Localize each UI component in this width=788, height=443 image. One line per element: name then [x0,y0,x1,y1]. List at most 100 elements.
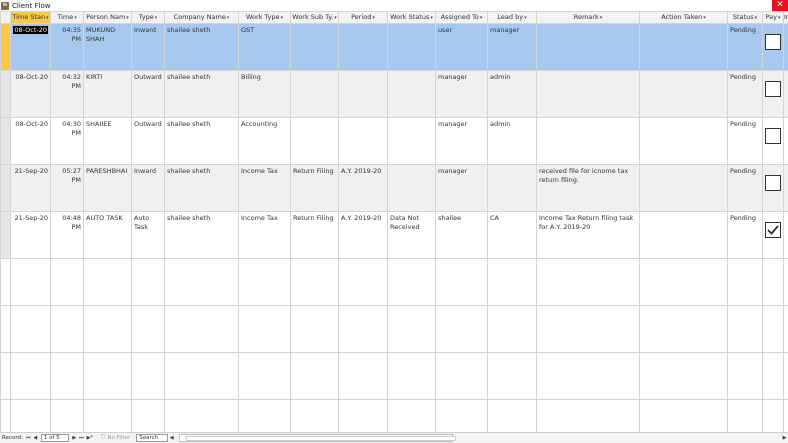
cell-in[interactable] [783,70,788,118]
cell-person-name[interactable]: PARESHBHAI [83,164,132,212]
dropdown-arrow-icon[interactable]: ▾ [334,15,337,21]
cell-work-status[interactable] [387,70,436,118]
cell-in[interactable] [783,117,788,165]
cell-time[interactable]: 04:48 PM [50,211,84,259]
cell-lead-by[interactable]: admin [487,117,537,165]
cell-action-taken[interactable] [639,164,728,212]
dropdown-arrow-icon[interactable]: ▾ [778,15,781,21]
dropdown-arrow-icon[interactable]: ▾ [155,15,158,21]
cell-lead-by[interactable]: manager [487,23,537,71]
scrollbar-thumb[interactable] [186,436,457,441]
cell-remark[interactable]: Income Tax Return filing task for A.Y. 2… [536,211,640,259]
cell-period[interactable] [338,70,388,118]
dropdown-arrow-icon[interactable]: ▾ [600,15,603,21]
cell-period[interactable]: A.Y. 2019-20 [338,164,388,212]
filter-toggle-button[interactable]: ⛉ No Filter [101,434,130,442]
cell-person-name[interactable]: MUKUND SHAH [83,23,132,71]
cell-status[interactable]: Pending [727,23,763,71]
cell-remark[interactable] [536,23,640,71]
last-record-icon[interactable]: ⏭ [78,434,85,442]
table-row[interactable]: 21-Sep-20 05:27 PM PARESHBHAI Inward sha… [0,164,788,212]
dropdown-arrow-icon[interactable]: ▾ [430,15,433,21]
col-header-person-name[interactable]: Person Nam▾ [83,11,132,24]
cell-work-status[interactable]: Data Not Received [387,211,436,259]
cell-work-type[interactable]: GST [238,23,291,71]
cell-time-stamp[interactable]: 21-Sep-20 [10,211,51,259]
cell-work-status[interactable] [387,164,436,212]
horizontal-scrollbar[interactable] [179,434,457,442]
col-header-work-status[interactable]: Work Status▾ [387,11,436,24]
col-header-time-stamp[interactable]: Time Stan▾ [10,11,51,24]
row-selector[interactable] [0,164,11,212]
cell-time[interactable]: 04:35 PM [50,23,84,71]
cell-work-type[interactable]: Billing [238,70,291,118]
search-input[interactable]: Search [136,434,169,442]
scroll-right-icon[interactable]: ▶ [781,434,788,442]
col-header-assigned-to[interactable]: Assigned To▾ [435,11,488,24]
record-position-input[interactable]: 1 of 5 [40,434,69,442]
cell-action-taken[interactable] [639,70,728,118]
cell-type[interactable]: Auto Task [131,211,165,259]
cell-work-sub-type[interactable] [290,23,339,71]
col-header-type[interactable]: Type▾ [131,11,165,24]
cell-action-taken[interactable] [639,23,728,71]
cell-in[interactable] [783,211,788,259]
pay-checkbox-checked[interactable] [765,222,781,238]
cell-period[interactable]: A.Y. 2019-20 [338,211,388,259]
cell-work-type[interactable]: Income Tax [238,211,291,259]
pay-checkbox[interactable] [765,128,781,144]
cell-work-status[interactable] [387,23,436,71]
pay-checkbox[interactable] [765,34,781,50]
table-row[interactable]: 08-Oct-20 04:32 PM KIRTI Outward shailee… [0,70,788,118]
col-header-work-sub-type[interactable]: Work Sub Ty.▾ [290,11,339,24]
cell-remark[interactable] [536,117,640,165]
cell-assigned-to[interactable]: manager [435,164,488,212]
dropdown-arrow-icon[interactable]: ▾ [372,15,375,21]
dropdown-arrow-icon[interactable]: ▾ [46,15,49,21]
cell-remark[interactable] [536,70,640,118]
dropdown-arrow-icon[interactable]: ▾ [126,15,129,21]
cell-assigned-to[interactable]: manager [435,70,488,118]
row-selector[interactable] [0,117,11,165]
cell-lead-by[interactable]: admin [487,70,537,118]
scroll-left-icon[interactable]: ◀ [168,434,175,442]
cell-assigned-to[interactable]: shailee [435,211,488,259]
cell-company-name[interactable]: shailee sheth [164,70,239,118]
cell-assigned-to[interactable]: user [435,23,488,71]
cell-person-name[interactable]: SHAIIEE [83,117,132,165]
cell-in[interactable] [783,164,788,212]
cell-status[interactable]: Pending [727,117,763,165]
col-header-company-name[interactable]: Company Name▾ [164,11,239,24]
pay-checkbox[interactable] [765,175,781,191]
cell-company-name[interactable]: shailee sheth [164,164,239,212]
cell-work-sub-type[interactable]: Return Filing [290,211,339,259]
cell-time[interactable]: 05:27 PM [50,164,84,212]
col-header-time[interactable]: Time▾ [50,11,84,24]
row-selector[interactable] [0,23,11,71]
cell-work-status[interactable] [387,117,436,165]
cell-work-type[interactable]: Income Tax [238,164,291,212]
cell-period[interactable] [338,23,388,71]
cell-company-name[interactable]: shailee sheth [164,117,239,165]
cell-company-name[interactable]: shailee sheth [164,211,239,259]
cell-work-sub-type[interactable] [290,70,339,118]
corner-selector[interactable] [0,11,11,24]
previous-record-icon[interactable]: ◀ [32,434,39,442]
col-header-work-type[interactable]: Work Type▾ [238,11,291,24]
dropdown-arrow-icon[interactable]: ▾ [480,15,483,21]
cell-remark[interactable]: received file for icnome tax return fili… [536,164,640,212]
cell-type[interactable]: Inward [131,23,165,71]
dropdown-arrow-icon[interactable]: ▾ [74,15,77,21]
dropdown-arrow-icon[interactable]: ▾ [755,15,758,21]
cell-work-sub-type[interactable] [290,117,339,165]
table-row[interactable]: 08-Oct-20 04:35 PM MUKUND SHAH Inward sh… [0,23,788,71]
cell-type[interactable]: Inward [131,164,165,212]
cell-status[interactable]: Pending [727,70,763,118]
cell-time-stamp[interactable]: 08-Oct-20 [10,70,51,118]
col-header-lead-by[interactable]: Lead by▾ [487,11,537,24]
dropdown-arrow-icon[interactable]: ▾ [524,15,527,21]
col-header-pay[interactable]: Pay▾ [762,11,784,24]
cell-action-taken[interactable] [639,211,728,259]
cell-work-sub-type[interactable]: Return Filing [290,164,339,212]
col-header-period[interactable]: Period▾ [338,11,388,24]
